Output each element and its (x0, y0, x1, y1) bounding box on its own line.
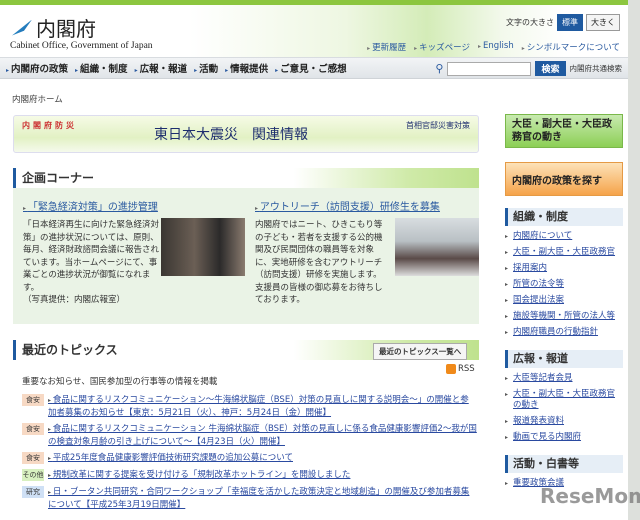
corner-item-text: 内閣府ではニート、ひきこもり等の子ども・若者を支援する公的機関及び民間団体の職員… (255, 220, 383, 305)
link-english[interactable]: English (478, 41, 514, 53)
link-kids[interactable]: キッズページ (414, 41, 470, 53)
sidebar-link[interactable]: 国会提出法案 (505, 295, 623, 306)
link-update-history[interactable]: 更新履歴 (367, 41, 406, 53)
sidebar-section-heading[interactable]: 広報・報道 (505, 350, 623, 368)
sidebar-link[interactable]: 施設等機関・所管の法人等 (505, 311, 623, 322)
topic-badge: その他 (22, 469, 44, 481)
corner-item-link[interactable]: アウトリーチ（訪問支援）研修生を募集 (255, 198, 480, 213)
logo-subtitle: Cabinet Office, Government of Japan (10, 41, 153, 51)
topic-row: 研究日・ブータン共同研究・合同ワークショップ「幸福度を活かした政策決定と地域創造… (22, 486, 477, 511)
sidebar-link[interactable]: 大臣等記者会見 (505, 373, 623, 384)
logo-text: 内閣府 (36, 17, 96, 41)
rss-icon (446, 364, 456, 374)
banner-disaster-link[interactable]: 内閣府防災 (22, 120, 77, 131)
meeting-photo (161, 218, 245, 276)
training-photo (395, 218, 479, 276)
sidebar-section-heading[interactable]: 活動・白書等 (505, 455, 623, 473)
page: 内閣府 Cabinet Office, Government of Japan … (0, 0, 628, 520)
nav-organization[interactable]: 組織・制度 (75, 61, 128, 75)
rss-label: RSS (458, 364, 475, 374)
breadcrumb[interactable]: 内閣府ホーム (12, 93, 63, 105)
nav-info[interactable]: 情報提供 (225, 61, 268, 75)
sidebar-link[interactable]: 内閣府職員の行動指針 (505, 327, 623, 338)
minister-activities-button[interactable]: 大臣・副大臣・大臣政務官の動き (505, 114, 623, 148)
search: ⚲ 検索 内閣府共通検索 (435, 61, 622, 76)
topic-badge: 食安 (22, 423, 44, 435)
topic-row: 食安食品に関するリスクコミュニケーション 牛海綿状脳症（BSE）対策の見直しに係… (22, 423, 477, 448)
nav-activities[interactable]: 活動 (194, 61, 218, 75)
topic-badge: 食安 (22, 452, 44, 464)
topic-link[interactable]: 平成25年度食品健康影響評価技術研究課題の追加公募について (48, 452, 293, 465)
sidebar-link[interactable]: 動画で見る内閣府 (505, 432, 623, 443)
topic-row: 食安平成25年度食品健康影響評価技術研究課題の追加公募について (22, 452, 477, 465)
watermark: ReseMom (540, 484, 640, 508)
find-policy-button[interactable]: 内閣府の政策を探す (505, 162, 623, 196)
rss-link[interactable]: RSS (446, 364, 475, 374)
search-button[interactable]: 検索 (535, 61, 566, 76)
topics-description: 重要なお知らせ、国民参加型の行事等の情報を掲載 (22, 377, 218, 387)
nav-policy[interactable]: 内閣府の政策 (6, 61, 68, 75)
sidebar-link[interactable]: 大臣・副大臣・大臣政務官 (505, 247, 623, 258)
photo-credit: （写真提供：内閣広報室） (23, 295, 126, 305)
search-label: 内閣府共通検索 (569, 64, 623, 73)
link-symbol[interactable]: シンボルマークについて (522, 41, 620, 53)
header-links: 更新履歴 キッズページ English シンボルマークについて (367, 41, 620, 53)
font-standard-button[interactable]: 標準 (557, 14, 583, 31)
corner-item-text: 「日本経済再生に向けた緊急経済対策」の進捗状況については、原則、毎月、経済財政諮… (23, 220, 160, 293)
sidebar-link[interactable]: 大臣・副大臣・大臣政務官の動き (505, 389, 623, 411)
topic-link[interactable]: 日・ブータン共同研究・合同ワークショップ「幸福度を活かした政策決定と地域創造」の… (48, 486, 477, 511)
nav-feedback[interactable]: ご意見・ご感想 (275, 61, 347, 75)
nav-pr[interactable]: 広報・報道 (135, 61, 188, 75)
corner-heading: 企画コーナー (13, 168, 479, 188)
banner-title[interactable]: 東日本大震災 関連情報 (154, 124, 308, 144)
sidebar-link[interactable]: 内閣府について (505, 231, 623, 242)
sidebar-link[interactable]: 採用案内 (505, 263, 623, 274)
sidebar-section-heading[interactable]: 組織・制度 (505, 208, 623, 226)
sidebar-links: 大臣等記者会見大臣・副大臣・大臣政務官の動き報道発表資料動画で見る内閣府 (505, 373, 623, 443)
font-large-button[interactable]: 大きく (586, 14, 620, 31)
topic-link[interactable]: 食品に関するリスクコミュニケーション～牛海綿状脳症（BSE）対策の見直しに関する… (48, 394, 477, 419)
earthquake-banner[interactable]: 内閣府防災 東日本大震災 関連情報 首相官邸災害対策 (13, 115, 479, 153)
topic-link[interactable]: 食品に関するリスクコミュニケーション 牛海綿状脳症（BSE）対策の見直しに係る食… (48, 423, 477, 448)
sidebar-link[interactable]: 所管の法令等 (505, 279, 623, 290)
topic-link[interactable]: 規制改革に関する提案を受け付ける「規制改革ホットライン」を開設しました (48, 469, 351, 482)
font-size-control: 文字の大きさ 標準 大きく (506, 14, 620, 31)
topic-badge: 研究 (22, 486, 44, 498)
corner-content: 「緊急経済対策」の進捗管理 「日本経済再生に向けた緊急経済対策」の進捗状況につい… (13, 188, 479, 324)
corner-item-link[interactable]: 「緊急経済対策」の進捗管理 (23, 198, 248, 213)
header: 内閣府 Cabinet Office, Government of Japan … (0, 5, 628, 57)
main-nav: 内閣府の政策 組織・制度 広報・報道 活動 情報提供 ご意見・ご感想 ⚲ 検索 … (0, 57, 628, 79)
banner-kantei-link[interactable]: 首相官邸災害対策 (406, 120, 470, 131)
logo[interactable]: 内閣府 (12, 13, 96, 42)
sidebar: 大臣・副大臣・大臣政務官の動き 内閣府の政策を探す 組織・制度内閣府について大臣… (505, 114, 623, 489)
topic-badge: 食安 (22, 394, 44, 406)
search-input[interactable] (447, 61, 532, 76)
topics-more-button[interactable]: 最近のトピックス一覧へ (373, 343, 468, 360)
sidebar-link[interactable]: 報道発表資料 (505, 416, 623, 427)
logo-icon (12, 19, 32, 36)
font-size-label: 文字の大きさ (506, 18, 554, 27)
topics-list: 食安食品に関するリスクコミュニケーション～牛海綿状脳症（BSE）対策の見直しに関… (22, 394, 477, 515)
search-icon: ⚲ (435, 62, 444, 75)
topic-row: 食安食品に関するリスクコミュニケーション～牛海綿状脳症（BSE）対策の見直しに関… (22, 394, 477, 419)
sidebar-links: 内閣府について大臣・副大臣・大臣政務官採用案内所管の法令等国会提出法案施設等機関… (505, 231, 623, 338)
topic-row: その他規制改革に関する提案を受け付ける「規制改革ホットライン」を開設しました (22, 469, 477, 482)
